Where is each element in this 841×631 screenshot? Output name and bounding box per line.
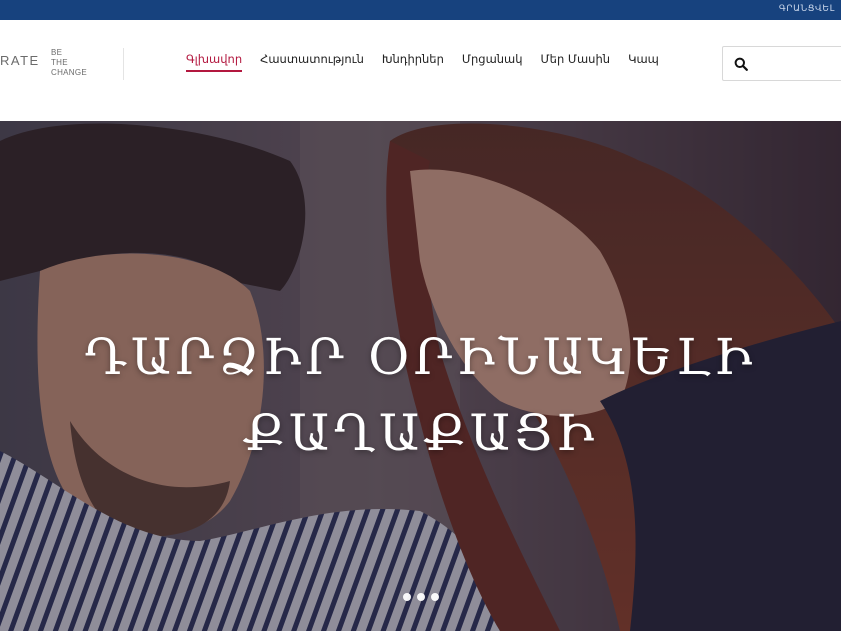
- logo-divider: [123, 48, 124, 80]
- search-box: [722, 46, 841, 81]
- logo-text[interactable]: RATE: [0, 53, 40, 68]
- search-icon[interactable]: [734, 57, 748, 71]
- nav-item-home[interactable]: Գլխավոր: [186, 52, 243, 72]
- tagline-line: CHANGE: [51, 68, 88, 77]
- nav-item-about[interactable]: Մեր Մասին: [541, 52, 611, 72]
- nav-item-problems[interactable]: Խնդիրներ: [382, 52, 444, 72]
- hero-title: ԴԱՐՁԻՐ ՕՐԻՆԱԿԵԼԻ ՔԱՂԱՔԱՑԻ: [0, 319, 841, 471]
- nav-item-award[interactable]: Մրցանակ: [462, 52, 523, 72]
- search-input[interactable]: [757, 53, 841, 75]
- register-link[interactable]: ԳՐԱՆՑՎԵԼ: [779, 0, 835, 20]
- slider-dot[interactable]: [417, 593, 425, 601]
- top-bar: ԳՐԱՆՑՎԵԼ: [0, 0, 841, 20]
- logo-tagline: BE THE CHANGE: [51, 48, 111, 78]
- hero-title-line: ՔԱՂԱՔԱՑԻ: [242, 404, 599, 462]
- tagline-line: THE: [51, 58, 68, 67]
- slider-dot[interactable]: [431, 593, 439, 601]
- nav-item-institution[interactable]: Հաստատություն: [260, 52, 364, 72]
- hero-banner: ԴԱՐՁԻՐ ՕՐԻՆԱԿԵԼԻ ՔԱՂԱՔԱՑԻ: [0, 121, 841, 631]
- slider-dots: [403, 593, 445, 601]
- main-nav: Գլխավոր Հաստատություն Խնդիրներ Մրցանակ Մ…: [186, 52, 677, 74]
- slider-dot[interactable]: [403, 593, 411, 601]
- site-header: RATE BE THE CHANGE Գլխավոր Հաստատություն…: [0, 20, 841, 121]
- hero-title-line: ԴԱՐՁԻՐ ՕՐԻՆԱԿԵԼԻ: [84, 328, 757, 386]
- nav-item-contact[interactable]: Կապ: [628, 52, 659, 72]
- tagline-line: BE: [51, 48, 63, 57]
